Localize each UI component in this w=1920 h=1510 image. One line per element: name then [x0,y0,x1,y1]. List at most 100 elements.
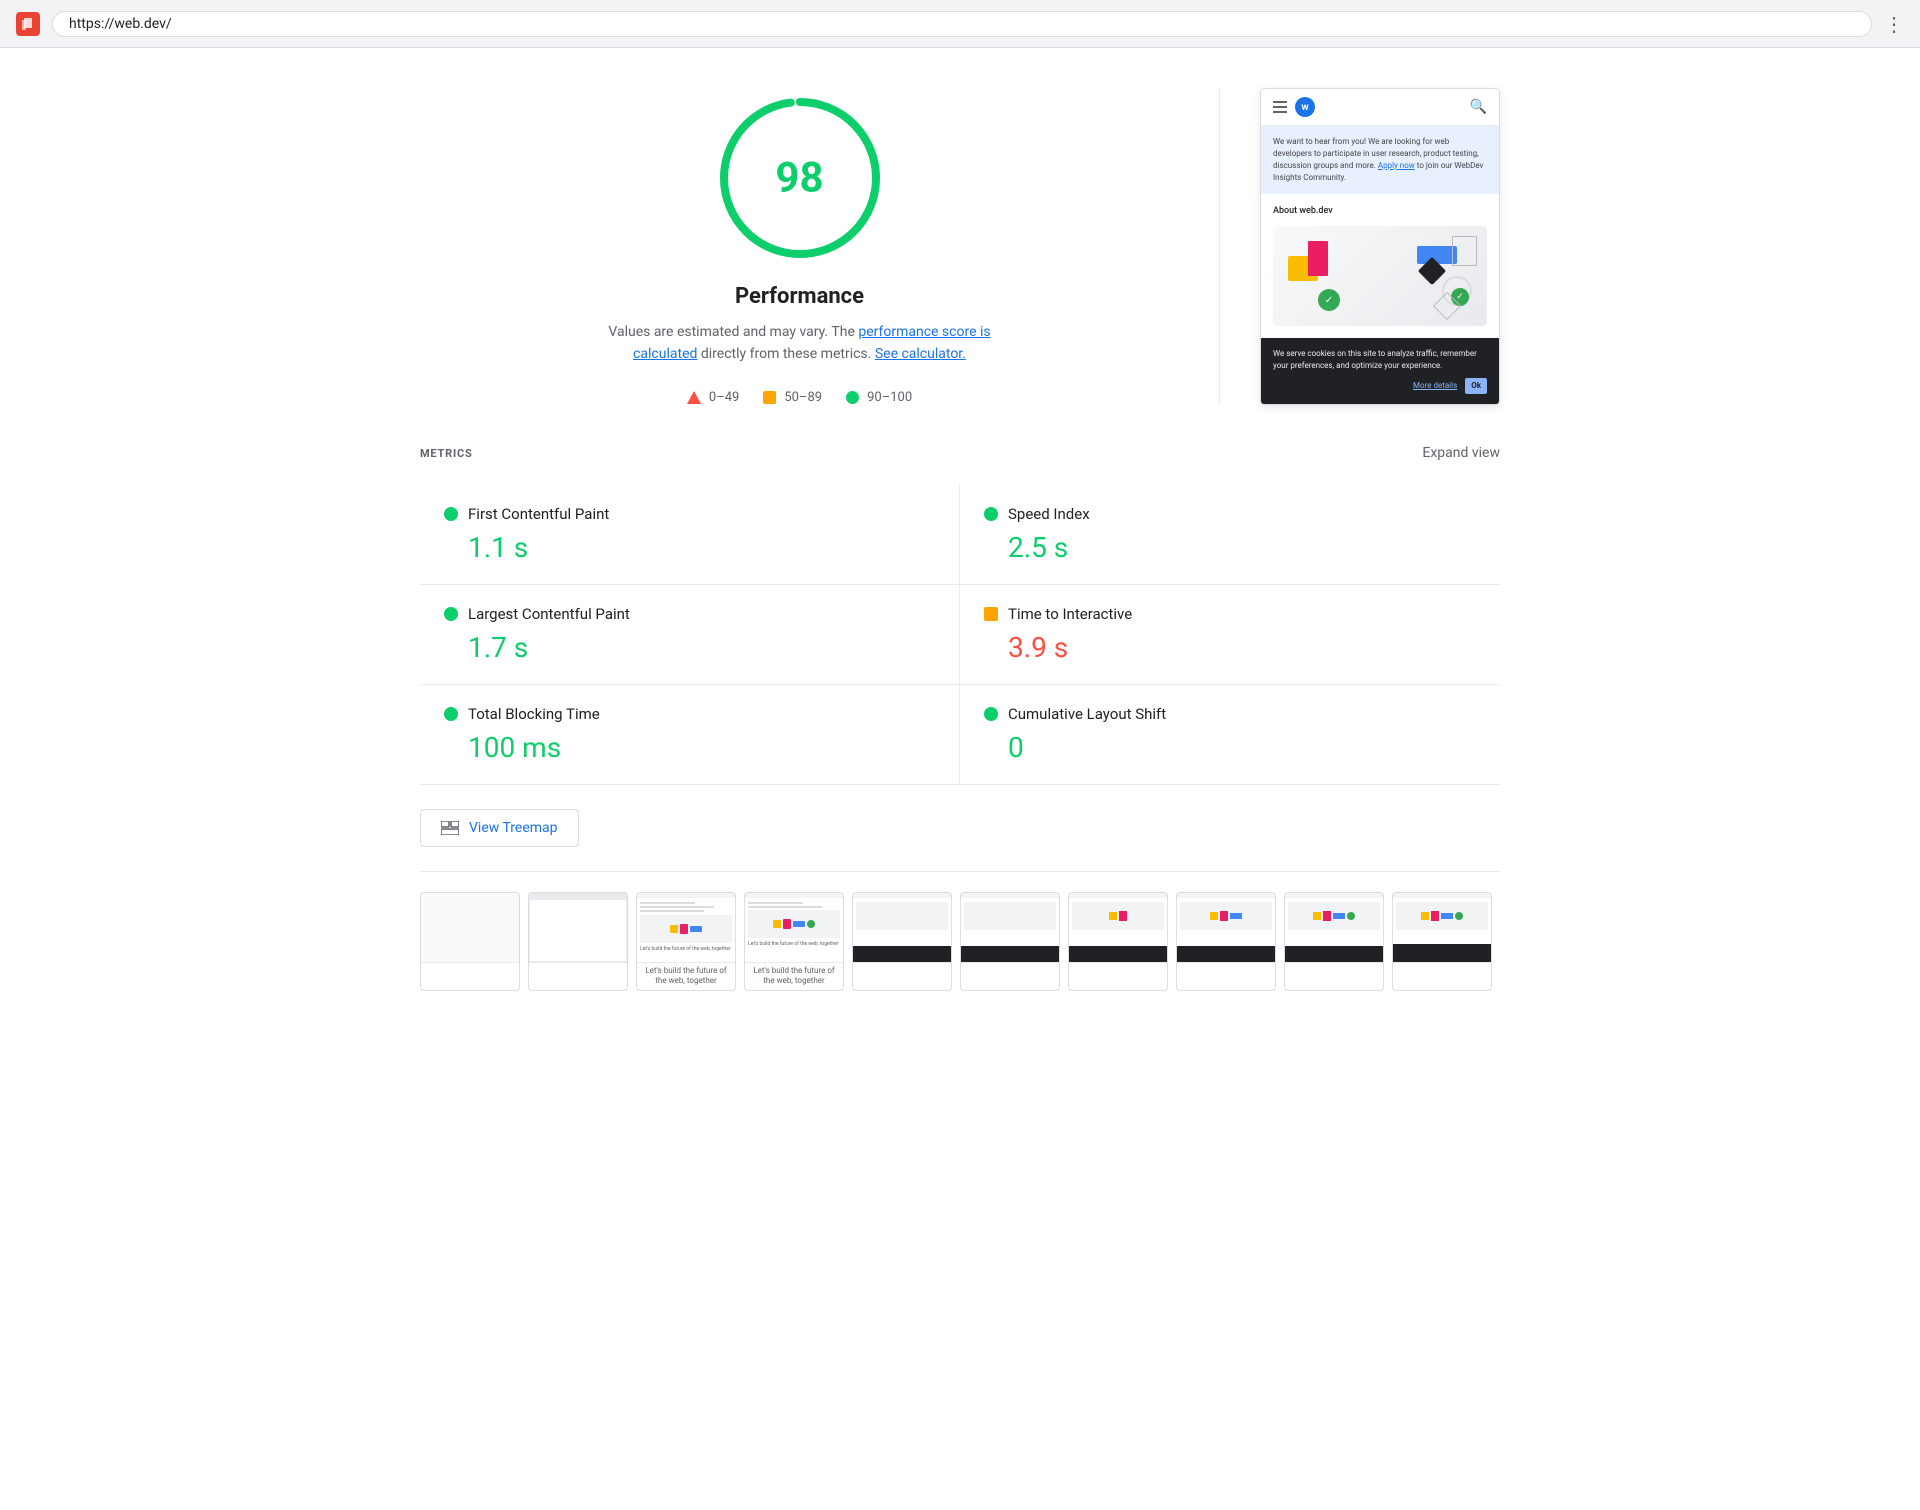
fcp-status-dot [444,507,458,521]
frame-10-label [1393,963,1491,971]
si-label: Speed Index [1008,505,1090,523]
treemap-section: View Treemap [420,785,1500,872]
frame-3-label: Let's build the future of the web, toget… [637,963,735,990]
tti-label: Time to Interactive [1008,605,1132,623]
filmstrip-frame-9 [1284,892,1384,991]
frame-4-img: Let's build the future of the web, toget… [745,893,843,963]
preview-hamburger-icon [1273,101,1287,113]
legend-good: 90–100 [846,390,912,405]
illus-wire-rect [1452,236,1477,266]
lcp-value: 1.7 s [444,631,935,664]
browser-menu-icon[interactable]: ⋮ [1884,12,1904,36]
preview-cookie-text: We serve cookies on this site to analyze… [1273,348,1487,372]
si-value: 2.5 s [984,531,1476,564]
metric-tti-name-row: Time to Interactive [984,605,1476,623]
filmstrip-frame-4: Let's build the future of the web, toget… [744,892,844,991]
filmstrip-frame-3: Let's build the future of the web, toget… [636,892,736,991]
filmstrip-frame-8 [1176,892,1276,991]
cls-value: 0 [984,731,1476,764]
metrics-label: METRICS [420,447,473,460]
preview-cookie-more-link[interactable]: More details [1413,380,1457,392]
site-preview: w 🔍 We want to hear from you! We are loo… [1260,88,1500,405]
frame-3-img: Let's build the future of the web, toget… [637,893,735,963]
preview-header: w 🔍 [1261,89,1499,126]
vertical-divider [1219,88,1220,405]
filmstrip-frame-5 [852,892,952,991]
score-section: 98 Performance Values are estimated and … [420,88,1500,405]
preview-banner: We want to hear from you! We are looking… [1261,126,1499,194]
moderate-icon [763,391,776,404]
legend-poor: 0–49 [687,390,739,405]
browser-app-icon [16,12,40,36]
illus-check1: ✓ [1318,289,1340,311]
frame-4-label: Let's build the future of the web, toget… [745,963,843,990]
good-label: 90–100 [867,390,912,405]
frame-9-label [1285,963,1383,971]
metric-tbt: Total Blocking Time 100 ms [420,685,960,785]
fcp-value: 1.1 s [444,531,935,564]
filmstrip-frame-1 [420,892,520,991]
frame-5-img [853,893,951,963]
preview-apply-link[interactable]: Apply now [1378,161,1415,170]
expand-view-button[interactable]: Expand view [1422,445,1500,461]
url-bar[interactable]: https://web.dev/ [52,11,1872,37]
metrics-grid: First Contentful Paint 1.1 s Speed Index… [420,485,1500,785]
poor-label: 0–49 [709,390,739,405]
preview-cookie-actions: More details Ok [1273,378,1487,394]
preview-about-label: About web.dev [1273,206,1487,216]
frame-6-img [961,893,1059,963]
performance-title: Performance [735,284,864,309]
treemap-label: View Treemap [469,820,558,836]
filmstrip-frame-7 [1068,892,1168,991]
filmstrip-frame-6 [960,892,1060,991]
tbt-label: Total Blocking Time [468,705,600,723]
lcp-label: Largest Contentful Paint [468,605,630,623]
fcp-label: First Contentful Paint [468,505,609,523]
tti-value: 3.9 s [984,631,1476,664]
metrics-section: METRICS Expand view First Contentful Pai… [420,445,1500,1011]
metric-si: Speed Index 2.5 s [960,485,1500,585]
score-left: 98 Performance Values are estimated and … [420,88,1179,405]
preview-logo: w [1295,97,1315,117]
desc-prefix: Values are estimated and may vary. The [608,324,858,340]
si-status-dot [984,507,998,521]
metric-lcp-name-row: Largest Contentful Paint [444,605,935,623]
filmstrip-section: Let's build the future of the web, toget… [420,872,1500,1011]
preview-cookie-banner: We serve cookies on this site to analyze… [1261,338,1499,404]
preview-body: About web.dev ✓ ✓ [1261,194,1499,338]
score-legend: 0–49 50–89 90–100 [687,390,912,405]
score-value: 98 [775,154,823,203]
good-icon [846,391,859,404]
tti-status-square [984,607,998,621]
frame-6-label [961,963,1059,971]
preview-cookie-ok-btn[interactable]: Ok [1465,378,1487,394]
metric-fcp: First Contentful Paint 1.1 s [420,485,960,585]
metric-lcp: Largest Contentful Paint 1.7 s [420,585,960,685]
tbt-value: 100 ms [444,731,935,764]
desc-middle: directly from these metrics. [701,346,875,362]
poor-icon [687,391,701,404]
frame-2-img [529,893,627,963]
tbt-status-dot [444,707,458,721]
metric-tti: Time to Interactive 3.9 s [960,585,1500,685]
calculator-link[interactable]: See calculator. [875,346,966,362]
metric-cls-name-row: Cumulative Layout Shift [984,705,1476,723]
metric-cls: Cumulative Layout Shift 0 [960,685,1500,785]
frame-8-label [1177,963,1275,971]
metric-si-name-row: Speed Index [984,505,1476,523]
filmstrip: Let's build the future of the web, toget… [420,892,1500,991]
metric-fcp-name-row: First Contentful Paint [444,505,935,523]
frame-2-label [529,963,627,971]
metric-tbt-name-row: Total Blocking Time [444,705,935,723]
view-treemap-button[interactable]: View Treemap [420,809,579,847]
score-description: Values are estimated and may vary. The p… [590,321,1010,366]
frame-7-label [1069,963,1167,971]
cls-status-dot [984,707,998,721]
frame-1-img [421,893,519,963]
frame-1-label [421,963,519,971]
treemap-icon [441,821,459,835]
frame-5-label [853,963,951,971]
browser-chrome: https://web.dev/ ⋮ [0,0,1920,48]
frame-7-img [1069,893,1167,963]
filmstrip-frame-10 [1392,892,1492,991]
